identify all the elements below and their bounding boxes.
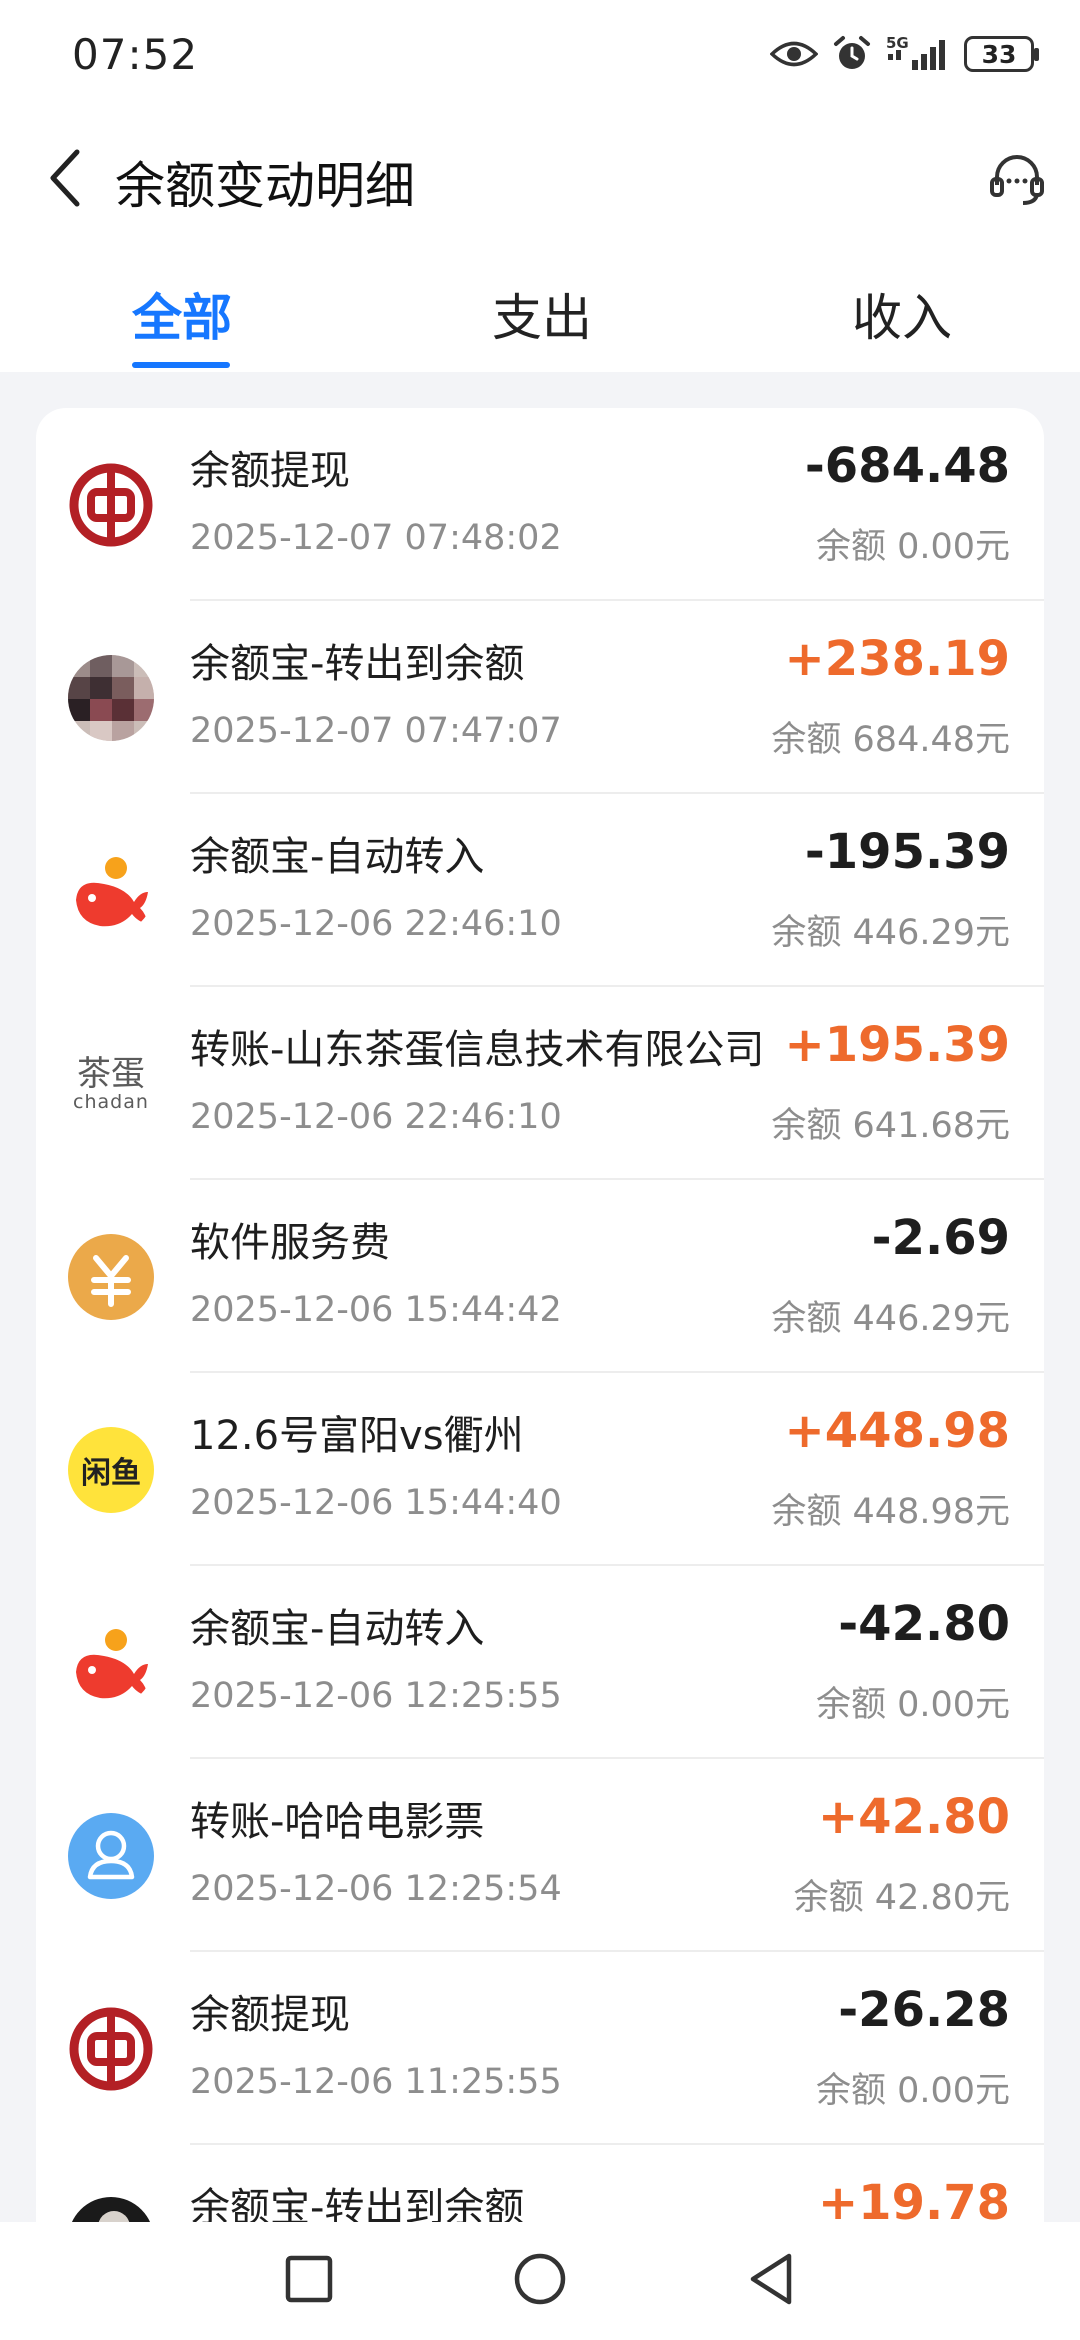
alarm-icon xyxy=(832,34,872,74)
transaction-row[interactable]: 软件服务费 2025-12-06 15:44:42 -2.69 余额 446.2… xyxy=(36,1180,1044,1373)
transaction-amount: +42.80 xyxy=(817,1789,1010,1845)
svg-text:5G: 5G xyxy=(886,34,909,52)
transaction-amount: -42.80 xyxy=(838,1596,1010,1652)
transaction-title: 12.6号富阳vs衢州 xyxy=(190,1413,524,1459)
transaction-row[interactable]: 茶蛋 chadan 转账-山东茶蛋信息技术有限公司 2025-12-06 22:… xyxy=(36,987,1044,1180)
bank-of-china-icon xyxy=(68,462,154,548)
recent-apps-button[interactable] xyxy=(274,2246,344,2316)
user-avatar-icon xyxy=(68,1813,154,1899)
transaction-title: 余额宝-自动转入 xyxy=(190,1606,485,1652)
transaction-title: 余额提现 xyxy=(190,1992,350,2038)
transaction-balance: 余额 0.00元 xyxy=(815,527,1010,567)
transaction-amount: -2.69 xyxy=(871,1210,1010,1266)
chevron-left-icon xyxy=(45,148,85,212)
transaction-amount: +195.39 xyxy=(784,1017,1010,1073)
transaction-title: 转账-哈哈电影票 xyxy=(190,1799,485,1845)
transaction-balance: 余额 684.48元 xyxy=(771,720,1010,760)
back-button[interactable] xyxy=(30,145,100,215)
transaction-row[interactable]: 闲鱼 12.6号富阳vs衢州 2025-12-06 15:44:40 +448.… xyxy=(36,1373,1044,1566)
transaction-time: 2025-12-06 22:46:10 xyxy=(190,1097,562,1137)
eye-icon xyxy=(770,39,818,69)
transaction-amount: +448.98 xyxy=(784,1403,1010,1459)
system-nav-bar xyxy=(0,2222,1080,2340)
tab-all[interactable]: 全部 xyxy=(132,278,232,350)
transaction-balance: 余额 0.00元 xyxy=(815,1685,1010,1725)
transaction-amount: +238.19 xyxy=(784,631,1010,687)
battery-level: 33 xyxy=(981,39,1017,69)
signal-5g-icon: 5G xyxy=(886,34,950,74)
transaction-balance: 余额 448.98元 xyxy=(771,1492,1010,1532)
transaction-balance: 余额 0.00元 xyxy=(815,2071,1010,2111)
battery-indicator: 33 xyxy=(964,36,1039,72)
transaction-time: 2025-12-06 22:46:10 xyxy=(190,904,562,944)
transaction-time: 2025-12-07 07:47:07 xyxy=(190,711,562,751)
circle-icon xyxy=(512,2251,568,2311)
home-button[interactable] xyxy=(505,2246,575,2316)
transaction-time: 2025-12-06 12:25:54 xyxy=(190,1869,562,1909)
transaction-balance: 余额 42.80元 xyxy=(793,1878,1010,1918)
tab-income[interactable]: 收入 xyxy=(852,278,952,350)
transaction-time: 2025-12-06 12:25:55 xyxy=(190,1676,562,1716)
triangle-back-icon xyxy=(745,2251,797,2311)
square-icon xyxy=(283,2253,335,2309)
page-header: 余额变动明细 xyxy=(0,120,1080,240)
transaction-time: 2025-12-06 15:44:40 xyxy=(190,1483,562,1523)
transaction-title: 余额宝-转出到余额 xyxy=(190,641,525,687)
chadan-logo-subtext: chadan xyxy=(73,1091,149,1113)
chadan-logo-text: 茶蛋 xyxy=(77,1054,145,1094)
transaction-balance: 余额 446.29元 xyxy=(771,1299,1010,1339)
customer-service-button[interactable] xyxy=(982,146,1052,216)
transaction-balance: 余额 446.29元 xyxy=(771,913,1010,953)
chadan-logo-icon: 茶蛋 chadan xyxy=(68,1041,154,1127)
yuebao-icon xyxy=(68,1620,154,1706)
transaction-row[interactable]: 余额宝-转出到余额 2025-12-07 07:47:07 +238.19 余额… xyxy=(36,601,1044,794)
tab-expense[interactable]: 支出 xyxy=(492,278,592,350)
transaction-row[interactable]: 余额宝-转出到余额 +19.78 xyxy=(36,2145,1044,2222)
xianyu-logo-text: 闲鱼 xyxy=(81,1456,141,1491)
transaction-title: 余额宝-自动转入 xyxy=(190,834,485,880)
transaction-row[interactable]: 余额提现 2025-12-06 11:25:55 -26.28 余额 0.00元 xyxy=(36,1952,1044,2145)
headset-icon xyxy=(987,149,1047,213)
dark-avatar-icon xyxy=(68,2197,154,2222)
transaction-amount: -26.28 xyxy=(838,1982,1010,2038)
transaction-amount: +19.78 xyxy=(817,2175,1010,2222)
back-nav-button[interactable] xyxy=(736,2246,806,2316)
transaction-amount: -195.39 xyxy=(804,824,1010,880)
yuebao-icon xyxy=(68,848,154,934)
active-tab-indicator xyxy=(132,362,230,368)
transaction-time: 2025-12-06 11:25:55 xyxy=(190,2062,562,2102)
status-time: 07:52 xyxy=(72,30,199,79)
yuan-coin-icon xyxy=(68,1234,154,1320)
page-title: 余额变动明细 xyxy=(115,157,415,215)
bank-of-china-icon xyxy=(68,2006,154,2092)
transaction-amount: -684.48 xyxy=(804,438,1010,494)
blurred-avatar-icon xyxy=(68,655,154,741)
transaction-title: 软件服务费 xyxy=(190,1220,390,1266)
transaction-title: 转账-山东茶蛋信息技术有限公司 xyxy=(190,1027,765,1073)
transaction-time: 2025-12-07 07:48:02 xyxy=(190,518,562,558)
filter-tabs: 全部 支出 收入 xyxy=(0,250,1080,372)
transaction-row[interactable]: 转账-哈哈电影票 2025-12-06 12:25:54 +42.80 余额 4… xyxy=(36,1759,1044,1952)
transaction-balance: 余额 641.68元 xyxy=(771,1106,1010,1146)
transaction-title: 余额宝-转出到余额 xyxy=(190,2185,525,2222)
transaction-title: 余额提现 xyxy=(190,448,350,494)
transaction-list: 余额提现 2025-12-07 07:48:02 -684.48 余额 0.00… xyxy=(36,408,1044,2222)
status-bar: 07:52 5G 33 xyxy=(0,0,1080,120)
transaction-row[interactable]: 余额提现 2025-12-07 07:48:02 -684.48 余额 0.00… xyxy=(36,408,1044,601)
status-icons: 5G 33 xyxy=(770,34,1039,74)
transaction-row[interactable]: 余额宝-自动转入 2025-12-06 22:46:10 -195.39 余额 … xyxy=(36,794,1044,987)
transaction-time: 2025-12-06 15:44:42 xyxy=(190,1290,562,1330)
xianyu-logo-icon: 闲鱼 xyxy=(68,1427,154,1513)
transaction-row[interactable]: 余额宝-自动转入 2025-12-06 12:25:55 -42.80 余额 0… xyxy=(36,1566,1044,1759)
